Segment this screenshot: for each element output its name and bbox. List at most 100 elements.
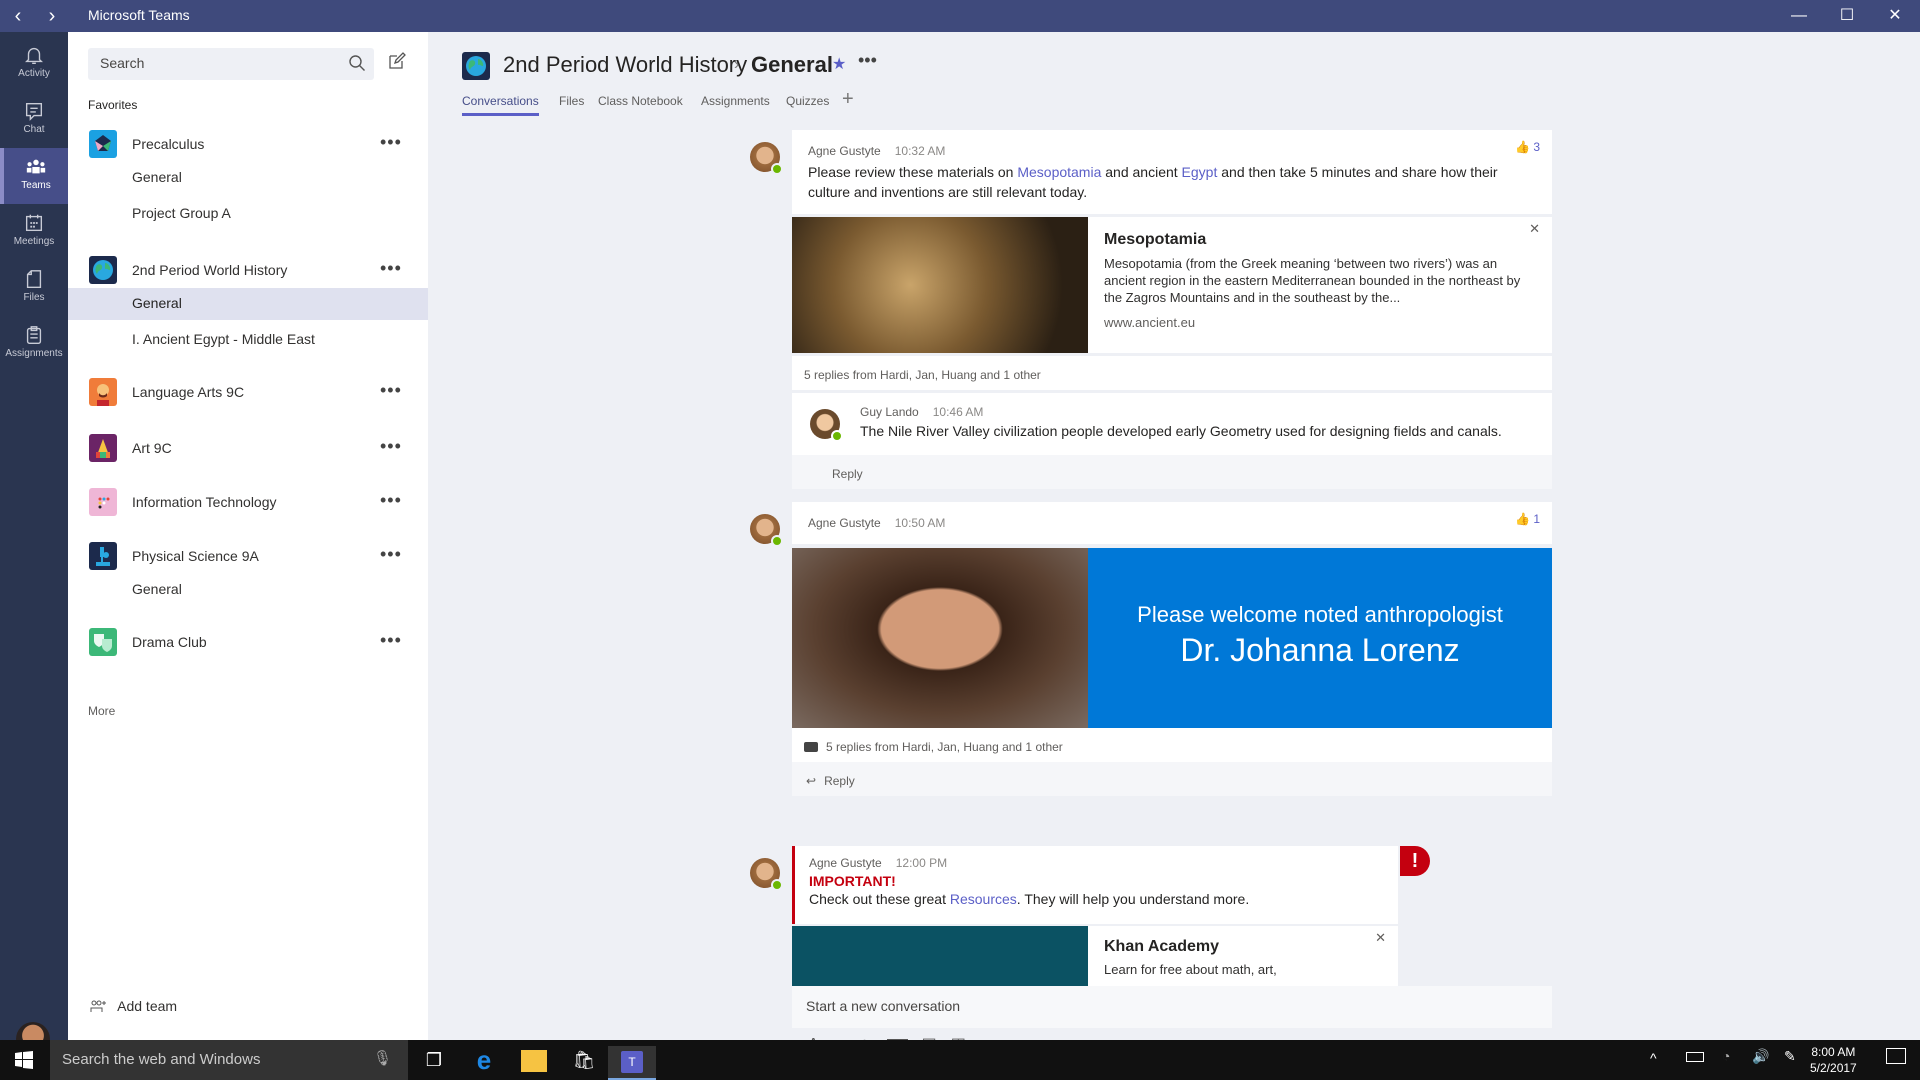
close-icon[interactable]: ✕ bbox=[1375, 930, 1386, 946]
close-icon[interactable]: ✕ bbox=[1529, 221, 1540, 237]
team-information-technology[interactable]: Information Technology ••• bbox=[68, 488, 428, 522]
more-options-icon[interactable]: ••• bbox=[380, 380, 402, 401]
preview-image bbox=[792, 926, 1088, 986]
back-button[interactable]: ‹ bbox=[6, 4, 30, 28]
team-logo-icon bbox=[89, 130, 117, 158]
store-icon[interactable]: 🛍 bbox=[560, 1046, 608, 1080]
edge-icon[interactable]: e bbox=[460, 1046, 508, 1080]
team-art-9c[interactable]: Art 9C ••• bbox=[68, 434, 428, 468]
microphone-icon[interactable]: 🎙 bbox=[373, 1049, 392, 1067]
link-preview-card[interactable]: Khan Academy Learn for free about math, … bbox=[792, 926, 1398, 986]
avatar[interactable] bbox=[750, 514, 783, 547]
show-hidden-icons[interactable]: ^ bbox=[1650, 1050, 1657, 1066]
resources-link[interactable]: Resources bbox=[950, 891, 1017, 907]
team-drama-club[interactable]: Drama Club ••• bbox=[68, 628, 428, 662]
avatar[interactable] bbox=[750, 858, 783, 891]
rail-teams[interactable]: Teams bbox=[0, 148, 68, 204]
battery-icon[interactable] bbox=[1686, 1052, 1704, 1062]
pen-icon[interactable]: ✎ bbox=[1784, 1048, 1796, 1065]
minimize-button[interactable]: — bbox=[1776, 4, 1822, 28]
preview-url[interactable]: www.ancient.eu bbox=[1104, 315, 1195, 330]
channel-project-group-a[interactable]: Project Group A bbox=[68, 198, 428, 230]
tab-quizzes[interactable]: Quizzes bbox=[786, 94, 829, 108]
search-icon bbox=[349, 55, 365, 71]
rail-files[interactable]: Files bbox=[0, 260, 68, 316]
important-message: Agne Gustyte 12:00 PM IMPORTANT! Check ou… bbox=[792, 846, 1398, 924]
new-chat-icon[interactable] bbox=[388, 52, 406, 70]
compose-placeholder: Start a new conversation bbox=[806, 998, 961, 1014]
more-options-icon[interactable]: ••• bbox=[380, 630, 402, 651]
mesopotamia-link[interactable]: Mesopotamia bbox=[1017, 164, 1101, 180]
rail-label: Teams bbox=[21, 180, 51, 191]
file-explorer-icon[interactable] bbox=[510, 1046, 558, 1080]
more-options-icon[interactable]: ••• bbox=[380, 490, 402, 511]
action-center-icon[interactable] bbox=[1886, 1048, 1906, 1064]
team-physical-science[interactable]: Physical Science 9A ••• bbox=[68, 542, 428, 576]
add-team-button[interactable]: Add team bbox=[90, 998, 177, 1014]
wifi-icon[interactable]: ◔ bbox=[1722, 1048, 1730, 1064]
channel-ancient-egypt[interactable]: I. Ancient Egypt - Middle East bbox=[68, 324, 428, 356]
rail-activity[interactable]: Activity bbox=[0, 36, 68, 92]
egypt-link[interactable]: Egypt bbox=[1182, 164, 1218, 180]
tab-class-notebook[interactable]: Class Notebook bbox=[598, 94, 683, 108]
task-view-icon[interactable]: ❐ bbox=[410, 1046, 458, 1080]
more-teams-link[interactable]: More bbox=[88, 704, 115, 718]
rail-assignments[interactable]: Assignments bbox=[0, 316, 68, 372]
channel-general[interactable]: General bbox=[68, 574, 428, 606]
app-title: Microsoft Teams bbox=[88, 7, 190, 23]
windows-start-icon[interactable] bbox=[14, 1050, 34, 1070]
message-author[interactable]: Guy Lando bbox=[860, 405, 919, 419]
link-preview-card[interactable]: Mesopotamia Mesopotamia (from the Greek … bbox=[792, 217, 1552, 353]
reply-button[interactable]: Reply bbox=[792, 455, 1552, 489]
reply-button[interactable]: ↩ Reply bbox=[792, 762, 1552, 796]
add-tab-button[interactable]: + bbox=[842, 88, 854, 111]
replies-summary[interactable]: 5 replies from Hardi, Jan, Huang and 1 o… bbox=[792, 356, 1552, 390]
tab-files[interactable]: Files bbox=[559, 94, 584, 108]
clock[interactable]: 8:00 AM 5/2/2017 bbox=[1810, 1044, 1857, 1076]
message-author[interactable]: Agne Gustyte bbox=[809, 856, 882, 870]
channel-general-selected[interactable]: General bbox=[68, 288, 428, 320]
like-number: 1 bbox=[1533, 512, 1540, 526]
teams-taskbar-icon[interactable]: T bbox=[608, 1046, 656, 1080]
reply-label: Reply bbox=[832, 467, 863, 481]
team-precalculus[interactable]: Precalculus ••• bbox=[68, 130, 428, 164]
channel-general[interactable]: General bbox=[68, 162, 428, 194]
preview-title: Khan Academy bbox=[1104, 938, 1219, 955]
replies-summary[interactable]: 5 replies from Hardi, Jan, Huang and 1 o… bbox=[792, 728, 1552, 762]
favorites-label: Favorites bbox=[88, 98, 138, 112]
banner-line2: Dr. Johanna Lorenz bbox=[1180, 632, 1460, 668]
header-team-name[interactable]: 2nd Period World History bbox=[503, 52, 747, 78]
avatar[interactable] bbox=[750, 142, 783, 175]
team-world-history[interactable]: 2nd Period World History ••• bbox=[68, 256, 428, 290]
microscope-icon bbox=[89, 542, 117, 570]
more-options-icon[interactable]: ••• bbox=[380, 132, 402, 153]
like-count[interactable]: 👍 3 bbox=[1515, 140, 1540, 154]
rail-meetings[interactable]: Meetings bbox=[0, 204, 68, 260]
avatar[interactable] bbox=[810, 409, 843, 442]
forward-button[interactable]: › bbox=[40, 4, 64, 28]
taskbar-search-input[interactable]: Search the web and Windows 🎙 bbox=[50, 1040, 408, 1080]
file-icon bbox=[26, 270, 42, 288]
preview-title: Mesopotamia bbox=[1104, 231, 1207, 248]
team-language-arts[interactable]: Language Arts 9C ••• bbox=[68, 378, 428, 412]
like-count[interactable]: 👍 1 bbox=[1515, 512, 1540, 526]
volume-icon[interactable]: 🔊 bbox=[1752, 1048, 1769, 1065]
add-team-icon bbox=[90, 1000, 106, 1012]
channel-more-button[interactable]: ••• bbox=[858, 50, 877, 71]
more-options-icon[interactable]: ••• bbox=[380, 436, 402, 457]
add-team-label: Add team bbox=[117, 998, 178, 1014]
message-author[interactable]: Agne Gustyte bbox=[808, 516, 881, 530]
tab-conversations[interactable]: Conversations bbox=[462, 94, 539, 116]
clock-time: 8:00 AM bbox=[1811, 1045, 1856, 1059]
maximize-button[interactable]: ☐ bbox=[1824, 4, 1870, 28]
tab-assignments[interactable]: Assignments bbox=[701, 94, 770, 108]
favorite-star-icon[interactable]: ★ bbox=[832, 54, 846, 74]
search-input[interactable]: Search bbox=[88, 48, 374, 80]
rail-chat[interactable]: Chat bbox=[0, 92, 68, 148]
message-author[interactable]: Agne Gustyte bbox=[808, 144, 881, 158]
replies-text: 5 replies from Hardi, Jan, Huang and 1 o… bbox=[804, 368, 1041, 382]
more-options-icon[interactable]: ••• bbox=[380, 544, 402, 565]
close-button[interactable]: ✕ bbox=[1872, 4, 1918, 28]
compose-input[interactable]: Start a new conversation bbox=[792, 986, 1552, 1028]
more-options-icon[interactable]: ••• bbox=[380, 258, 402, 279]
